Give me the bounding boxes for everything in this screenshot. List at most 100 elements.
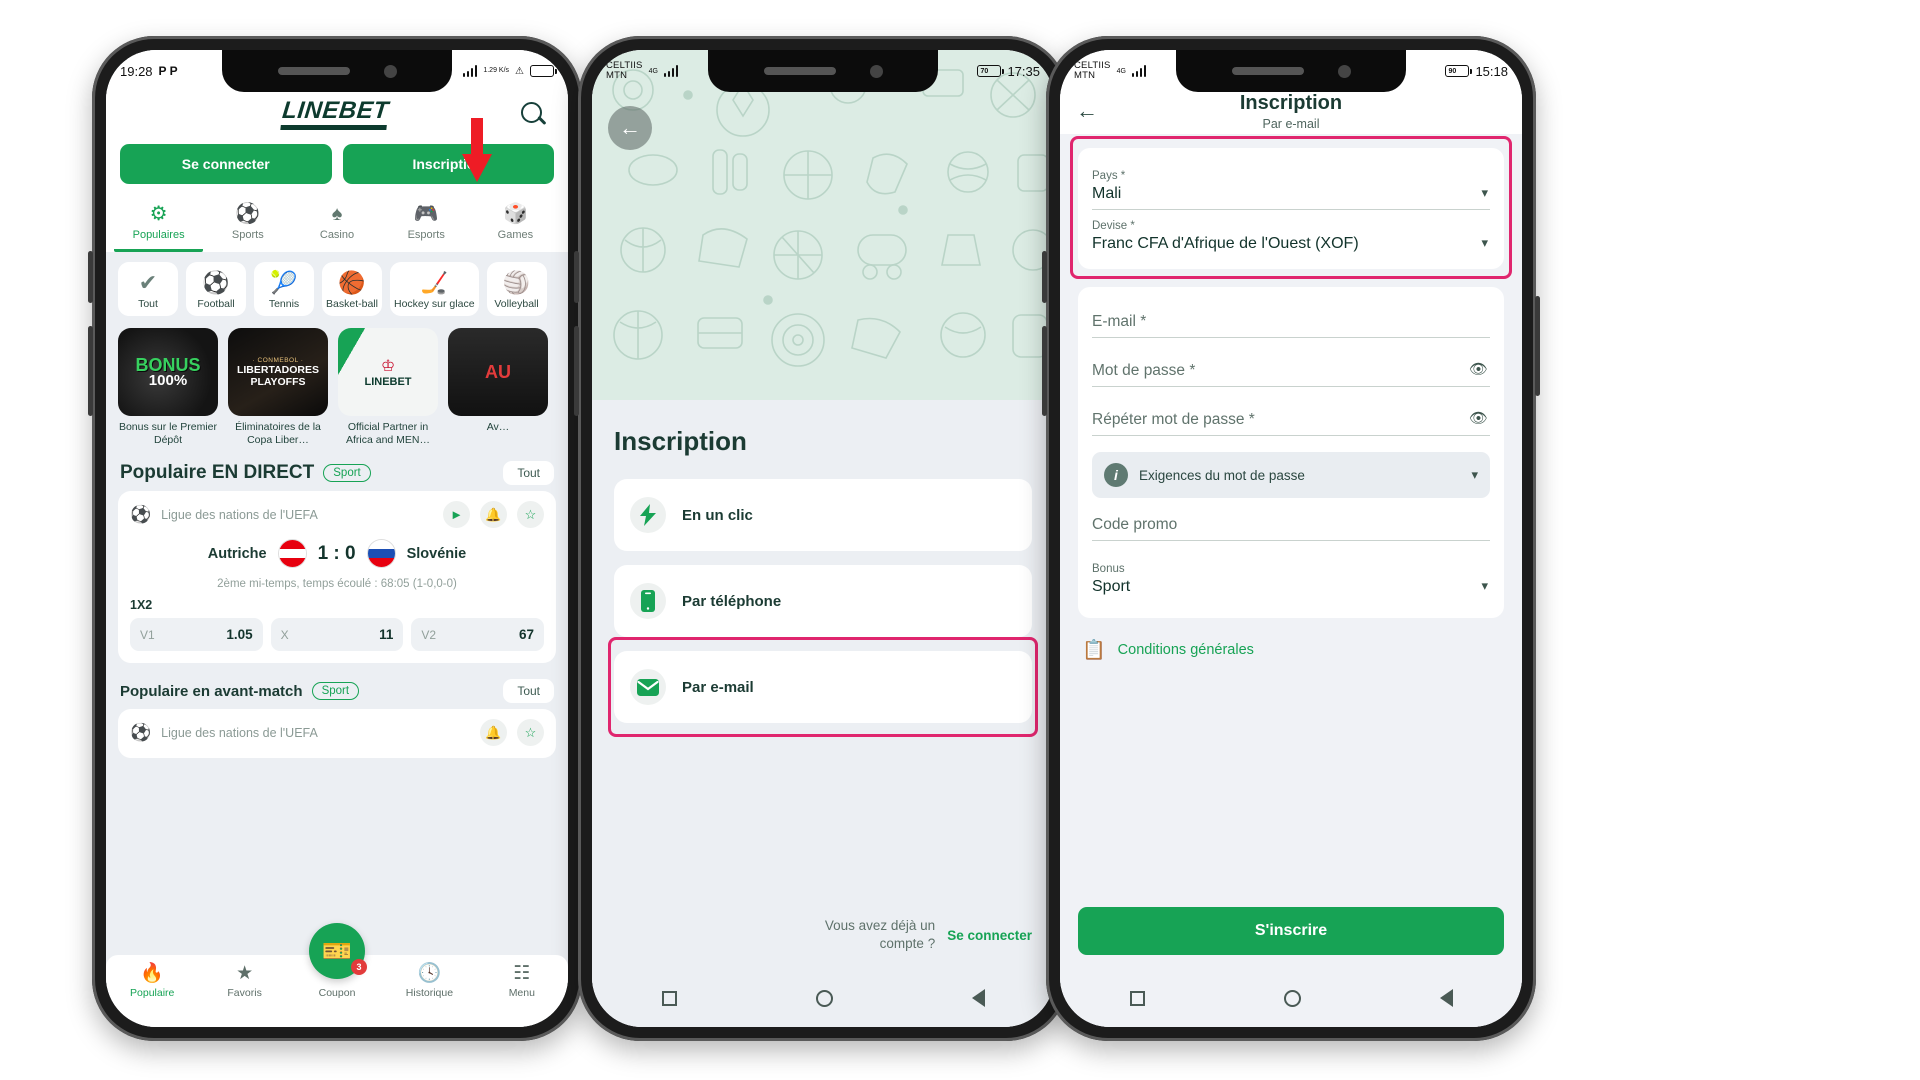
carrier-name: CELTIIS MTN [606,61,643,81]
recent-apps-icon[interactable] [661,990,677,1006]
promo-card[interactable]: AU Av… [448,328,548,447]
tab-games[interactable]: 🎲 Games [471,196,560,252]
chevron-down-icon[interactable]: ▾ [1481,235,1488,251]
coupon-fab-button[interactable]: 🎫 3 [309,923,367,979]
chip-basketball[interactable]: 🏀 Basket-ball [322,262,382,316]
search-icon[interactable] [518,99,548,129]
star-favorite-icon[interactable]: ☆ [517,501,544,528]
tab-populaires[interactable]: ⚙ Populaires [114,196,204,252]
dice-icon: 🎲 [502,203,528,225]
promo-banners-row[interactable]: BONUS 100% Bonus sur le Premier Dépôt · … [106,324,568,453]
email-field[interactable]: E-mail * [1092,303,1490,338]
back-arrow-icon[interactable]: ← [1076,98,1116,124]
see-all-button[interactable]: Tout [503,679,554,703]
option-one-click[interactable]: En un clic [614,479,1032,551]
password-field[interactable]: Mot de passe * 👁 [1092,352,1490,387]
promo-card[interactable]: BONUS 100% Bonus sur le Premier Dépôt [118,328,218,447]
field-label: Mot de passe * [1092,362,1196,379]
bottom-tab-favoris[interactable]: ★ Favoris [198,963,290,999]
home-icon[interactable] [815,989,833,1007]
password-requirements-accordion[interactable]: i Exigences du mot de passe ▾ [1092,452,1490,498]
gamepad-icon: 🎮 [413,203,439,225]
option-label: Par e-mail [682,678,754,696]
currency-select[interactable]: Devise * Franc CFA d'Afrique de l'Ouest … [1092,210,1490,259]
home-screen-body: 19:28 P P 1.29 K/s ⚠ LINEBET Se connecte… [106,50,568,1027]
chip-label: Football [197,298,235,310]
odd-button-x[interactable]: X 11 [270,618,404,651]
login-link[interactable]: Se connecter [947,928,1032,943]
odd-button-v1[interactable]: V1 1.05 [130,618,263,651]
see-all-button[interactable]: Tout [503,461,554,485]
bottom-tab-historique[interactable]: 🕓 Historique [383,963,475,999]
play-stream-icon[interactable]: ► [443,501,470,528]
option-row-phone[interactable]: Par téléphone [614,565,1032,637]
tab-label: Esports [407,229,445,241]
promo-card[interactable]: · CONMEBOL · LIBERTADORES PLAYOFFS Élimi… [228,328,328,447]
status-app-icons: P P [158,64,178,78]
phone-2-registration-methods: CELTIIS MTN 4G 70 17:35 ← Inscription En… [574,36,1072,1041]
register-button[interactable]: Inscription [342,144,554,184]
sport-pill[interactable]: Sport [311,682,360,700]
eye-toggle-icon[interactable]: 👁 [1469,409,1488,427]
bonus-select[interactable]: Bonus Sport ▾ [1092,553,1490,602]
odd-value: 11 [379,627,394,642]
field-label: Répéter mot de passe * [1092,411,1255,428]
chip-tout[interactable]: ✔ Tout [118,262,178,316]
option-by-email[interactable]: Par e-mail [614,651,1032,723]
sport-chips-row[interactable]: ✔ Tout ⚽ Football 🎾 Tennis 🏀 Basket-ball [106,252,568,324]
chevron-down-icon[interactable]: ▾ [1471,467,1478,483]
promo-headline: AU [485,361,511,382]
option-by-phone[interactable]: Par téléphone [614,565,1032,637]
auth-buttons-row: Se connecter Inscription [106,140,568,196]
chip-volleyball[interactable]: 🏐 Volleyball [486,262,547,316]
promo-card[interactable]: ♔ LINEBET Official Partner in Africa and… [338,328,438,447]
bell-notify-icon[interactable]: 🔔 [480,719,507,746]
sport-pill[interactable]: Sport [323,464,371,482]
tab-label: Casino [319,229,355,241]
country-select[interactable]: Pays * Mali ▾ [1092,160,1490,210]
eye-toggle-icon[interactable]: 👁 [1469,360,1488,378]
terms-row[interactable]: 📋 Conditions générales [1078,618,1504,662]
gear-icon: ⚙ [149,203,168,225]
tab-casino[interactable]: ♠ Casino [292,196,381,252]
back-icon[interactable] [1439,989,1453,1007]
field-value: Mali [1092,185,1122,202]
odd-button-v2[interactable]: V2 67 [411,618,545,651]
chip-ice-hockey[interactable]: 🏒 Hockey sur glace [390,262,479,316]
prematch-match-card[interactable]: ⚽ Ligue des nations de l'UEFA 🔔 ☆ [118,709,556,758]
bottom-tab-populaire[interactable]: 🔥 Populaire [106,963,198,999]
terms-link[interactable]: Conditions générales [1118,642,1254,658]
bell-notify-icon[interactable]: 🔔 [480,501,507,528]
odd-value: 67 [518,627,535,642]
live-match-card[interactable]: ⚽ Ligue des nations de l'UEFA ► 🔔 ☆ Autr… [118,491,556,663]
tab-esports[interactable]: 🎮 Esports [382,196,471,252]
chevron-down-icon[interactable]: ▾ [1481,185,1488,201]
chevron-down-icon[interactable]: ▾ [1481,578,1488,594]
bottom-tab-menu[interactable]: ☷ Menu [476,963,568,999]
star-favorite-icon[interactable]: ☆ [517,719,544,746]
password-repeat-field[interactable]: Répéter mot de passe * 👁 [1092,401,1490,436]
login-button[interactable]: Se connecter [120,144,332,184]
back-icon[interactable] [971,989,985,1007]
option-row-email[interactable]: Par e-mail [608,637,1038,737]
status-time: 19:28 [120,63,153,79]
home-icon[interactable] [1283,989,1301,1007]
chip-tennis[interactable]: 🎾 Tennis [254,262,314,316]
chip-label: Tennis [268,298,300,310]
field-label: E-mail * [1092,313,1147,330]
promo-code-field[interactable]: Code promo [1092,506,1490,541]
star-icon: ★ [236,963,254,984]
battery-icon: 70 [977,65,1005,77]
chip-label: Volleyball [494,298,539,310]
chip-label: Basket-ball [326,298,378,310]
option-row-one-click[interactable]: En un clic [614,479,1032,551]
promo-headline: LINEBET [364,376,412,388]
recent-apps-icon[interactable] [1129,990,1145,1006]
tab-label: Games [497,229,534,241]
register-submit-button[interactable]: S'inscrire [1078,907,1504,955]
tab-sports[interactable]: ⚽ Sports [203,196,292,252]
chip-label: Tout [138,298,158,310]
chip-football[interactable]: ⚽ Football [186,262,246,316]
back-arrow-icon[interactable]: ← [608,106,652,150]
section-title: Populaire en avant-match [120,682,303,700]
